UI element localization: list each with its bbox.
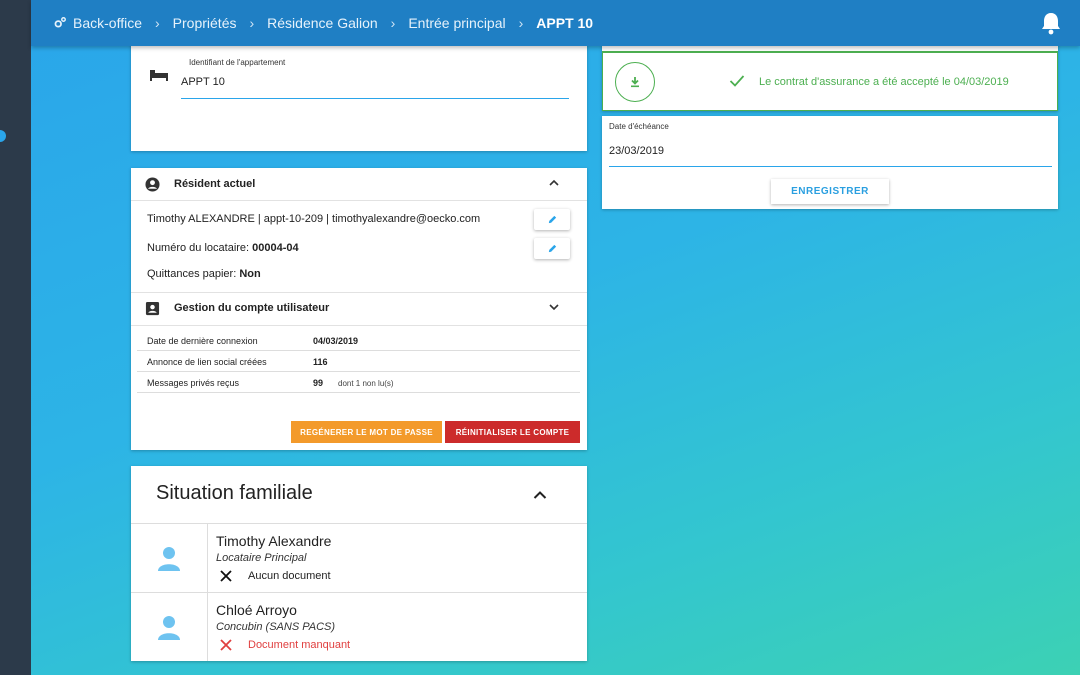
sidebar bbox=[0, 0, 31, 675]
breadcrumb-label: Résidence Galion bbox=[267, 15, 378, 31]
document-status: Document manquant bbox=[248, 639, 351, 651]
close-icon bbox=[220, 639, 232, 651]
account-box-icon bbox=[145, 301, 160, 315]
person-icon bbox=[158, 616, 180, 640]
pencil-icon bbox=[548, 244, 556, 253]
gears-icon bbox=[54, 17, 66, 28]
insurance-card: Le contrat d'assurance a été accepté le … bbox=[602, 40, 1058, 111]
stat-value: 04/03/2019 bbox=[313, 336, 359, 346]
document-status: Aucun document bbox=[248, 570, 331, 582]
avatar-cell bbox=[131, 524, 208, 592]
breadcrumb-label: Back-office bbox=[73, 15, 142, 31]
download-icon bbox=[631, 77, 639, 88]
check-icon bbox=[729, 75, 745, 87]
resident-summary: Timothy ALEXANDRE | appt-10-209 | timoth… bbox=[147, 213, 481, 225]
resident-section-header[interactable]: Résident actuel bbox=[131, 168, 587, 200]
paper-receipts-value: Non bbox=[239, 268, 261, 280]
due-date-label: Date d'échéance bbox=[609, 122, 669, 131]
due-date-input[interactable]: 23/03/2019 bbox=[609, 145, 664, 157]
tenant-number-value: 00004-04 bbox=[252, 242, 299, 254]
edit-resident-button[interactable] bbox=[534, 209, 570, 230]
paper-receipts: Quittances papier: Non bbox=[147, 268, 261, 280]
insurance-accepted-message: Le contrat d'assurance a été accepté le … bbox=[759, 76, 1009, 88]
breadcrumb-entree[interactable]: Entrée principal bbox=[408, 15, 505, 31]
family-card: Situation familiale Timothy Alexandre Lo… bbox=[131, 466, 587, 661]
resident-section-title: Résident actuel bbox=[174, 178, 256, 190]
input-underline bbox=[609, 166, 1052, 167]
breadcrumb-back-office[interactable]: Back-office bbox=[53, 15, 142, 31]
avatar-cell bbox=[131, 593, 208, 661]
chevron-right-icon: › bbox=[518, 15, 524, 31]
bell-icon[interactable] bbox=[1040, 11, 1062, 35]
chevron-up-icon[interactable] bbox=[549, 178, 559, 188]
family-title: Situation familiale bbox=[156, 482, 313, 504]
edit-tenant-number-button[interactable] bbox=[534, 238, 570, 259]
chevron-right-icon: › bbox=[155, 15, 160, 31]
stat-row: Date de dernière connexion 04/03/2019 bbox=[137, 330, 580, 351]
stat-value: 116 bbox=[313, 357, 328, 367]
account-circle-icon bbox=[145, 176, 160, 192]
input-underline bbox=[181, 98, 569, 99]
breadcrumb-residence[interactable]: Résidence Galion bbox=[267, 15, 378, 31]
top-bar: Back-office › Propriétés › Résidence Gal… bbox=[31, 0, 1080, 46]
breadcrumb-label: Propriétés bbox=[172, 15, 237, 31]
family-member-row[interactable]: Chloé Arroyo Concubin (SANS PACS) Docume… bbox=[131, 592, 587, 661]
breadcrumb-label: APPT 10 bbox=[536, 15, 594, 31]
divider bbox=[131, 325, 587, 326]
tenant-number: Numéro du locataire: 00004-04 bbox=[147, 242, 299, 254]
stat-label: Annonce de lien social créées bbox=[147, 357, 267, 367]
account-section-header[interactable]: Gestion du compte utilisateur bbox=[131, 292, 587, 324]
due-date-card: Date d'échéance 23/03/2019 ENREGISTRER bbox=[602, 116, 1058, 209]
apartment-card: Identifiant de l'appartement APPT 10 bbox=[131, 40, 587, 151]
download-button[interactable] bbox=[615, 62, 655, 102]
member-role: Locataire Principal bbox=[216, 552, 307, 564]
resident-card: Résident actuel Timothy ALEXANDRE | appt… bbox=[131, 168, 587, 450]
stat-value: 99 bbox=[313, 378, 324, 388]
close-icon bbox=[220, 570, 232, 582]
stat-row: Annonce de lien social créées 116 bbox=[137, 351, 580, 372]
sidebar-toggle[interactable] bbox=[0, 130, 6, 142]
chevron-right-icon: › bbox=[390, 15, 396, 31]
chevron-up-icon[interactable] bbox=[533, 490, 547, 500]
bed-icon bbox=[150, 70, 168, 81]
unread-count: dont 1 non lu(s) bbox=[338, 379, 394, 388]
divider bbox=[131, 200, 587, 201]
stat-label: Messages privés reçus bbox=[147, 378, 240, 388]
apartment-id-label: Identifiant de l'appartement bbox=[189, 58, 286, 67]
apartment-id-input[interactable]: APPT 10 bbox=[181, 76, 225, 88]
person-icon bbox=[158, 547, 180, 571]
reset-account-button[interactable]: RÉINITIALISER LE COMPTE bbox=[445, 421, 580, 443]
tenant-number-label: Numéro du locataire: bbox=[147, 242, 253, 254]
insurance-status: Le contrat d'assurance a été accepté le … bbox=[602, 53, 1058, 111]
member-name: Timothy Alexandre bbox=[216, 533, 332, 549]
regenerate-password-button[interactable]: REGÉNERER LE MOT DE PASSE bbox=[291, 421, 442, 443]
member-role: Concubin (SANS PACS) bbox=[216, 621, 336, 633]
pencil-icon bbox=[548, 215, 556, 224]
chevron-down-icon[interactable] bbox=[549, 302, 559, 312]
chevron-right-icon: › bbox=[249, 15, 255, 31]
save-button[interactable]: ENREGISTRER bbox=[771, 179, 889, 204]
account-section-title: Gestion du compte utilisateur bbox=[174, 302, 330, 314]
breadcrumb-proprietes[interactable]: Propriétés bbox=[173, 15, 237, 31]
breadcrumb-label: Entrée principal bbox=[408, 15, 506, 31]
paper-receipts-label: Quittances papier: bbox=[147, 268, 240, 280]
breadcrumb-current: APPT 10 bbox=[536, 15, 593, 31]
stat-label: Date de dernière connexion bbox=[147, 336, 258, 346]
family-member-row[interactable]: Timothy Alexandre Locataire Principal Au… bbox=[131, 523, 587, 592]
member-name: Chloé Arroyo bbox=[216, 602, 297, 618]
stat-row: Messages privés reçus 99 dont 1 non lu(s… bbox=[137, 372, 580, 393]
